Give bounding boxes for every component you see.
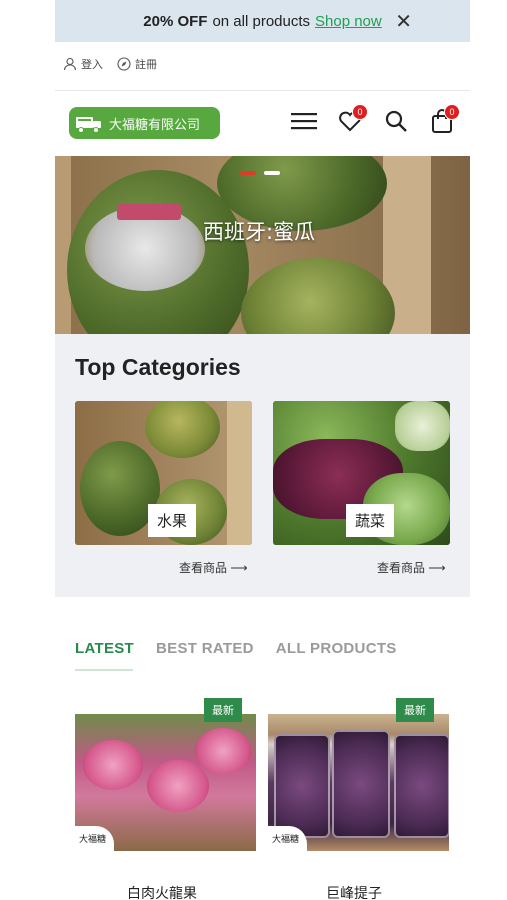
dragonfruit-image bbox=[147, 760, 209, 812]
vendor-label: 大福糖 bbox=[268, 826, 308, 855]
register-link[interactable]: 註冊 bbox=[117, 56, 157, 72]
login-link[interactable]: 登入 bbox=[63, 56, 103, 72]
header-icons: 0 0 bbox=[290, 104, 460, 138]
header-divider bbox=[55, 90, 470, 91]
category-label: 水果 bbox=[148, 504, 197, 537]
site-logo[interactable]: 大福糖有限公司 bbox=[69, 107, 220, 139]
user-icon bbox=[63, 57, 77, 71]
view-products-link[interactable]: 查看商品 ⟶ bbox=[179, 559, 248, 576]
close-icon[interactable]: ✕ bbox=[395, 9, 412, 34]
category-card-fruit[interactable]: 水果 bbox=[75, 401, 252, 545]
cart-button[interactable]: 0 bbox=[428, 104, 460, 138]
promo-discount: 20% OFF bbox=[143, 12, 208, 30]
product-name[interactable]: 白肉火龍果 bbox=[127, 883, 197, 900]
vendor-label: 大福糖 bbox=[75, 826, 115, 855]
slider-dot[interactable] bbox=[264, 171, 280, 175]
hamburger-icon bbox=[291, 113, 317, 130]
auth-bar: 登入 註冊 bbox=[63, 56, 157, 72]
active-tab-indicator bbox=[75, 669, 133, 671]
hero-slider[interactable]: 西班牙:蜜瓜 bbox=[55, 156, 470, 334]
category-card-vegetable[interactable]: 蔬菜 bbox=[273, 401, 450, 545]
register-label: 註冊 bbox=[135, 59, 157, 71]
grape-pack-image bbox=[394, 734, 449, 838]
lettuce-pale-image bbox=[395, 401, 450, 451]
promo-text: on all products bbox=[212, 12, 311, 30]
search-icon bbox=[385, 110, 407, 132]
compass-icon bbox=[117, 57, 131, 71]
top-categories-section: Top Categories 水果 查看商品 ⟶ 蔬菜 查看商品 ⟶ bbox=[55, 334, 470, 597]
logo-text: 大福糖有限公司 bbox=[109, 117, 201, 133]
hero-caption: 西班牙:蜜瓜 bbox=[203, 220, 316, 244]
promo-banner: 20% OFF on all products Shop now ✕ bbox=[55, 0, 470, 42]
new-badge: 最新 bbox=[396, 698, 434, 722]
search-button[interactable] bbox=[382, 104, 410, 138]
grape-pack-image bbox=[332, 730, 390, 838]
grape-pack-image bbox=[274, 734, 330, 838]
wishlist-count-badge: 0 bbox=[352, 104, 368, 120]
dragonfruit-image bbox=[195, 728, 251, 774]
dragonfruit-image bbox=[83, 740, 143, 790]
crate-plank bbox=[227, 401, 252, 545]
slider-dot[interactable] bbox=[240, 171, 256, 175]
melon-label-ribbon bbox=[117, 204, 181, 220]
cart-count-badge: 0 bbox=[444, 104, 460, 120]
menu-button[interactable] bbox=[290, 104, 318, 138]
new-badge: 最新 bbox=[204, 698, 242, 722]
product-tabs: LATEST BEST RATED ALL PRODUCTS bbox=[75, 640, 397, 657]
shop-now-link[interactable]: Shop now bbox=[315, 13, 382, 30]
tab-latest[interactable]: LATEST bbox=[75, 640, 134, 657]
truck-logo-icon bbox=[76, 117, 101, 133]
slider-dots bbox=[240, 171, 280, 175]
tab-best-rated[interactable]: BEST RATED bbox=[156, 640, 254, 657]
app-frame: 20% OFF on all products Shop now ✕ 登入 註冊… bbox=[55, 0, 470, 900]
crate-plank bbox=[55, 156, 71, 334]
section-title: Top Categories bbox=[75, 354, 241, 380]
login-label: 登入 bbox=[81, 59, 103, 71]
view-products-link[interactable]: 查看商品 ⟶ bbox=[377, 559, 446, 576]
tab-all-products[interactable]: ALL PRODUCTS bbox=[276, 640, 397, 657]
product-name[interactable]: 巨峰提子 bbox=[326, 883, 382, 900]
category-label: 蔬菜 bbox=[346, 504, 395, 537]
wishlist-button[interactable]: 0 bbox=[336, 104, 368, 138]
